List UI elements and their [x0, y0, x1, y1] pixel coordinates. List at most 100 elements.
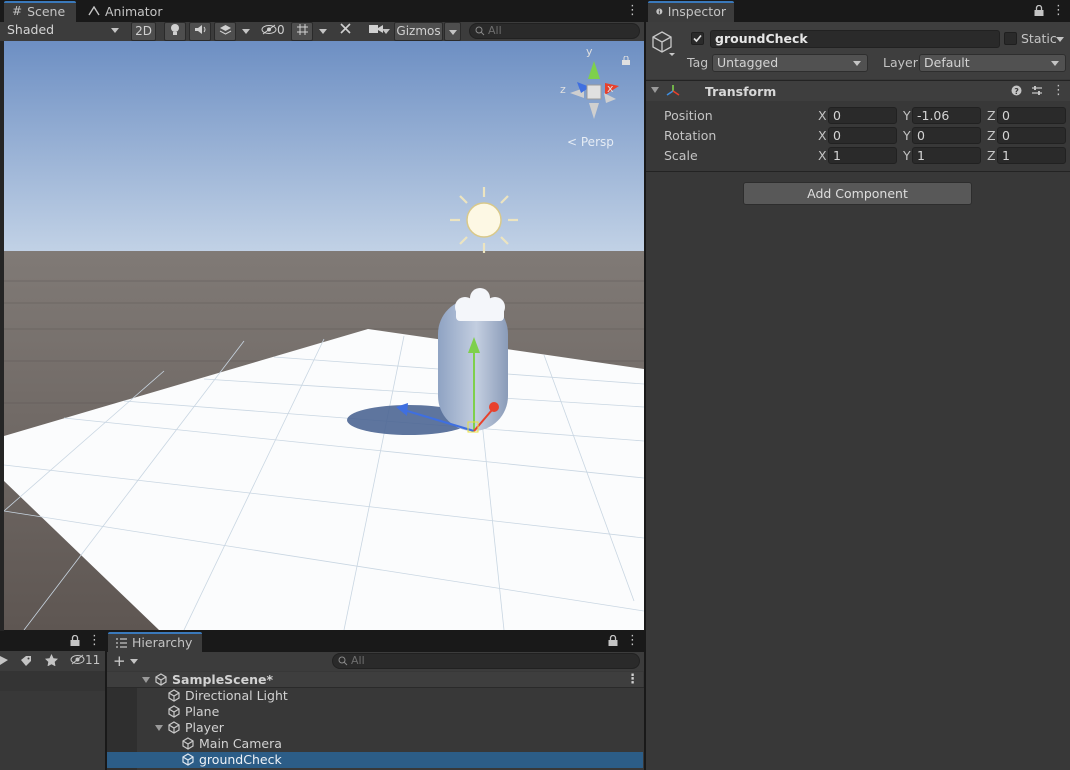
- chevron-down-icon: [111, 28, 119, 33]
- foldout-arrow-icon[interactable]: [155, 725, 163, 731]
- project-tree-area: [0, 671, 105, 691]
- position-x-field[interactable]: 0: [828, 107, 897, 124]
- project-menu-icon[interactable]: ⋮: [88, 634, 101, 648]
- grid-snap-icon: [296, 24, 308, 35]
- list-icon: [116, 637, 127, 648]
- tag-label: Tag: [687, 55, 709, 70]
- type-filter-icon[interactable]: [0, 655, 9, 669]
- scene-menu-icon[interactable]: ⋮: [626, 672, 639, 688]
- gizmos-dropdown[interactable]: [444, 22, 461, 41]
- static-chevron-down-icon[interactable]: [1056, 37, 1064, 42]
- hidden-objects-toggle[interactable]: 0: [258, 22, 288, 41]
- hierarchy-item-player[interactable]: Player: [107, 720, 643, 736]
- chevron-down-icon: [1051, 61, 1059, 66]
- hierarchy-item-main-camera[interactable]: Main Camera: [107, 736, 643, 752]
- hierarchy-search-input[interactable]: All: [332, 653, 640, 669]
- hierarchy-item-label: Directional Light: [185, 688, 288, 703]
- lightbulb-icon: [171, 24, 179, 35]
- camera-icon: [369, 25, 383, 33]
- grid-icon: #: [12, 4, 23, 18]
- grid-toggle-button[interactable]: [291, 22, 313, 41]
- rotation-label: Rotation: [664, 128, 717, 143]
- position-z-field[interactable]: 0: [997, 107, 1066, 124]
- scene-search-input[interactable]: All: [469, 23, 640, 39]
- search-icon: [338, 656, 348, 666]
- active-checkbox[interactable]: [691, 32, 704, 45]
- tab-hierarchy[interactable]: Hierarchy: [108, 632, 202, 653]
- eye-hidden-icon: [261, 24, 277, 35]
- position-y-field[interactable]: -1.06: [912, 107, 981, 124]
- tag-value: Untagged: [717, 55, 779, 70]
- presets-icon[interactable]: [1031, 85, 1043, 99]
- svg-text:?: ?: [1014, 87, 1019, 96]
- draw-mode-dropdown[interactable]: Shaded: [3, 22, 125, 41]
- audio-toggle-button[interactable]: [189, 22, 211, 41]
- hierarchy-tab-label: Hierarchy: [132, 635, 193, 650]
- 2d-toggle-button[interactable]: 2D: [131, 22, 156, 41]
- hierarchy-item-label: Main Camera: [199, 736, 282, 751]
- object-name-field[interactable]: groundCheck: [710, 30, 1000, 48]
- tab-scene[interactable]: # Scene: [4, 1, 76, 22]
- hierarchy-item-groundcheck[interactable]: groundCheck: [107, 752, 643, 768]
- inspector-lock-icon[interactable]: [1034, 4, 1044, 19]
- chevron-down-icon: [130, 659, 138, 664]
- info-icon: [656, 8, 663, 15]
- tab-inspector[interactable]: Inspector: [648, 1, 734, 22]
- hierarchy-lock-icon[interactable]: [608, 634, 618, 649]
- foldout-arrow-icon[interactable]: [651, 87, 659, 93]
- divider: [646, 171, 1070, 172]
- hierarchy-item-plane[interactable]: Plane: [107, 704, 643, 720]
- tag-dropdown[interactable]: Untagged: [712, 54, 868, 72]
- scene-viewport[interactable]: y z x < Persp: [0, 41, 644, 631]
- star-icon[interactable]: [45, 654, 58, 669]
- lighting-toggle-button[interactable]: [164, 22, 186, 41]
- position-y-label: Y: [903, 108, 911, 123]
- scene-menu-icon[interactable]: ⋮: [626, 4, 639, 18]
- scale-label: Scale: [664, 148, 698, 163]
- draw-mode-label: Shaded: [7, 22, 55, 37]
- rotation-y-label: Y: [903, 128, 911, 143]
- add-component-button[interactable]: Add Component: [743, 182, 972, 205]
- position-z-label: Z: [987, 108, 996, 123]
- scale-x-field[interactable]: 1: [828, 147, 897, 164]
- scale-x-label: X: [818, 148, 827, 163]
- create-button[interactable]: +: [113, 653, 138, 669]
- scale-z-label: Z: [987, 148, 996, 163]
- persp-label: Persp: [580, 135, 614, 149]
- 2d-label: 2D: [135, 24, 152, 38]
- gizmos-button[interactable]: Gizmos: [394, 22, 443, 41]
- tools-button[interactable]: [334, 22, 356, 41]
- hierarchy-scene-row[interactable]: SampleScene* ⋮: [107, 672, 643, 688]
- label-filter-icon[interactable]: [20, 655, 32, 669]
- camera-settings-button[interactable]: [360, 22, 392, 41]
- scale-y-field[interactable]: 1: [912, 147, 981, 164]
- effects-dropdown[interactable]: [238, 22, 255, 41]
- animator-icon: [88, 1, 100, 22]
- gameobject-icon[interactable]: [651, 30, 677, 61]
- rotation-x-field[interactable]: 0: [828, 127, 897, 144]
- effects-toggle-button[interactable]: [214, 22, 236, 41]
- rotation-z-field[interactable]: 0: [997, 127, 1066, 144]
- inspector-menu-icon[interactable]: ⋮: [1052, 4, 1065, 18]
- component-menu-icon[interactable]: ⋮: [1052, 84, 1065, 98]
- hierarchy-item-directional-light[interactable]: Directional Light: [107, 688, 643, 704]
- project-lock-icon[interactable]: [70, 634, 80, 649]
- gizmo-lock-icon[interactable]: [622, 54, 630, 65]
- layer-dropdown[interactable]: Default: [919, 54, 1066, 72]
- checkmark-icon: [693, 34, 702, 43]
- scale-z-field[interactable]: 1: [997, 147, 1066, 164]
- hierarchy-menu-icon[interactable]: ⋮: [626, 634, 639, 648]
- gizmos-label: Gizmos: [396, 24, 441, 38]
- foldout-arrow-icon[interactable]: [142, 677, 150, 683]
- chevron-down-icon: [319, 29, 327, 34]
- grid-dropdown[interactable]: [315, 22, 332, 41]
- speaker-icon: [194, 25, 205, 34]
- persp-toggle[interactable]: < Persp: [567, 135, 614, 149]
- rotation-y-field[interactable]: 0: [912, 127, 981, 144]
- static-checkbox[interactable]: [1004, 32, 1017, 45]
- tab-animator[interactable]: Animator: [80, 1, 170, 22]
- scene-tabbar: # Scene Animator ⋮: [0, 0, 644, 22]
- project-hidden-toggle[interactable]: 11: [70, 653, 100, 667]
- hidden-count: 0: [277, 23, 285, 37]
- help-icon[interactable]: ?: [1011, 85, 1022, 99]
